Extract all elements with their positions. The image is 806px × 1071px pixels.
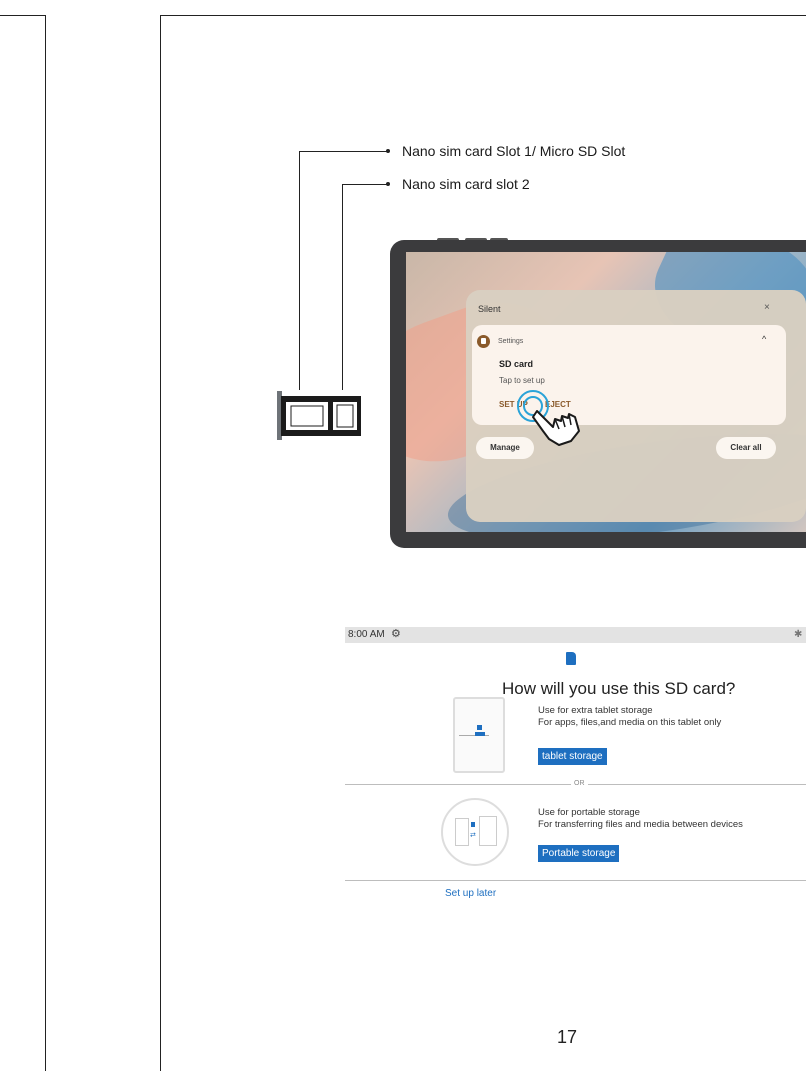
dialog-title: How will you use this SD card? xyxy=(502,679,736,698)
tablet-storage-button[interactable]: tablet storage xyxy=(538,748,607,765)
callout-line-2-v xyxy=(342,184,343,395)
chevron-up-icon[interactable]: ^ xyxy=(762,334,766,344)
callout-slot1: Nano sim card Slot 1/ Micro SD Slot xyxy=(402,143,626,159)
callout-dot-2 xyxy=(386,182,390,186)
sim-tray-illustration xyxy=(277,390,363,440)
page-left-top-border xyxy=(0,15,46,16)
notification-title: SD card xyxy=(499,359,534,369)
close-icon[interactable]: × xyxy=(764,302,770,313)
gear-icon: ⚙ xyxy=(391,628,401,640)
or-divider-label: OR xyxy=(571,780,588,787)
page-right-top-border xyxy=(160,15,806,16)
manage-button[interactable]: Manage xyxy=(476,437,534,459)
sd-card-icon xyxy=(566,652,576,665)
settings-app-icon xyxy=(477,335,490,348)
clear-all-button[interactable]: Clear all xyxy=(716,437,776,459)
callout-dot-1 xyxy=(386,149,390,153)
status-bar xyxy=(345,627,806,643)
page-left-border xyxy=(45,15,46,1071)
option2-line1: Use for portable storage xyxy=(538,807,640,818)
callout-line-1-v xyxy=(299,151,300,395)
bottom-divider-line xyxy=(345,880,806,881)
option1-line2: For apps, files,and media on this tablet… xyxy=(538,717,722,728)
notification-subtitle: Tap to set up xyxy=(499,376,545,385)
tablet-storage-illustration xyxy=(453,697,505,773)
page-number: 17 xyxy=(557,1027,578,1047)
pointing-hand-icon xyxy=(532,410,580,446)
notification-app-name: Settings xyxy=(498,338,524,345)
portable-storage-button[interactable]: Portable storage xyxy=(538,845,620,862)
status-time: 8:00 AM xyxy=(348,629,385,640)
page-right-border xyxy=(160,15,161,1071)
notification-silent-header: Silent xyxy=(478,304,501,314)
callout-slot2: Nano sim card slot 2 xyxy=(402,176,530,192)
portable-storage-illustration: ⇄ xyxy=(441,798,509,866)
callout-line-1-h xyxy=(299,151,387,152)
option1-line1: Use for extra tablet storage xyxy=(538,705,653,716)
bluetooth-icon: ✱ xyxy=(794,629,803,640)
callout-line-2-h xyxy=(342,184,387,185)
option2-line2: For transferring files and media between… xyxy=(538,819,743,830)
setup-later-link[interactable]: Set up later xyxy=(445,888,496,899)
